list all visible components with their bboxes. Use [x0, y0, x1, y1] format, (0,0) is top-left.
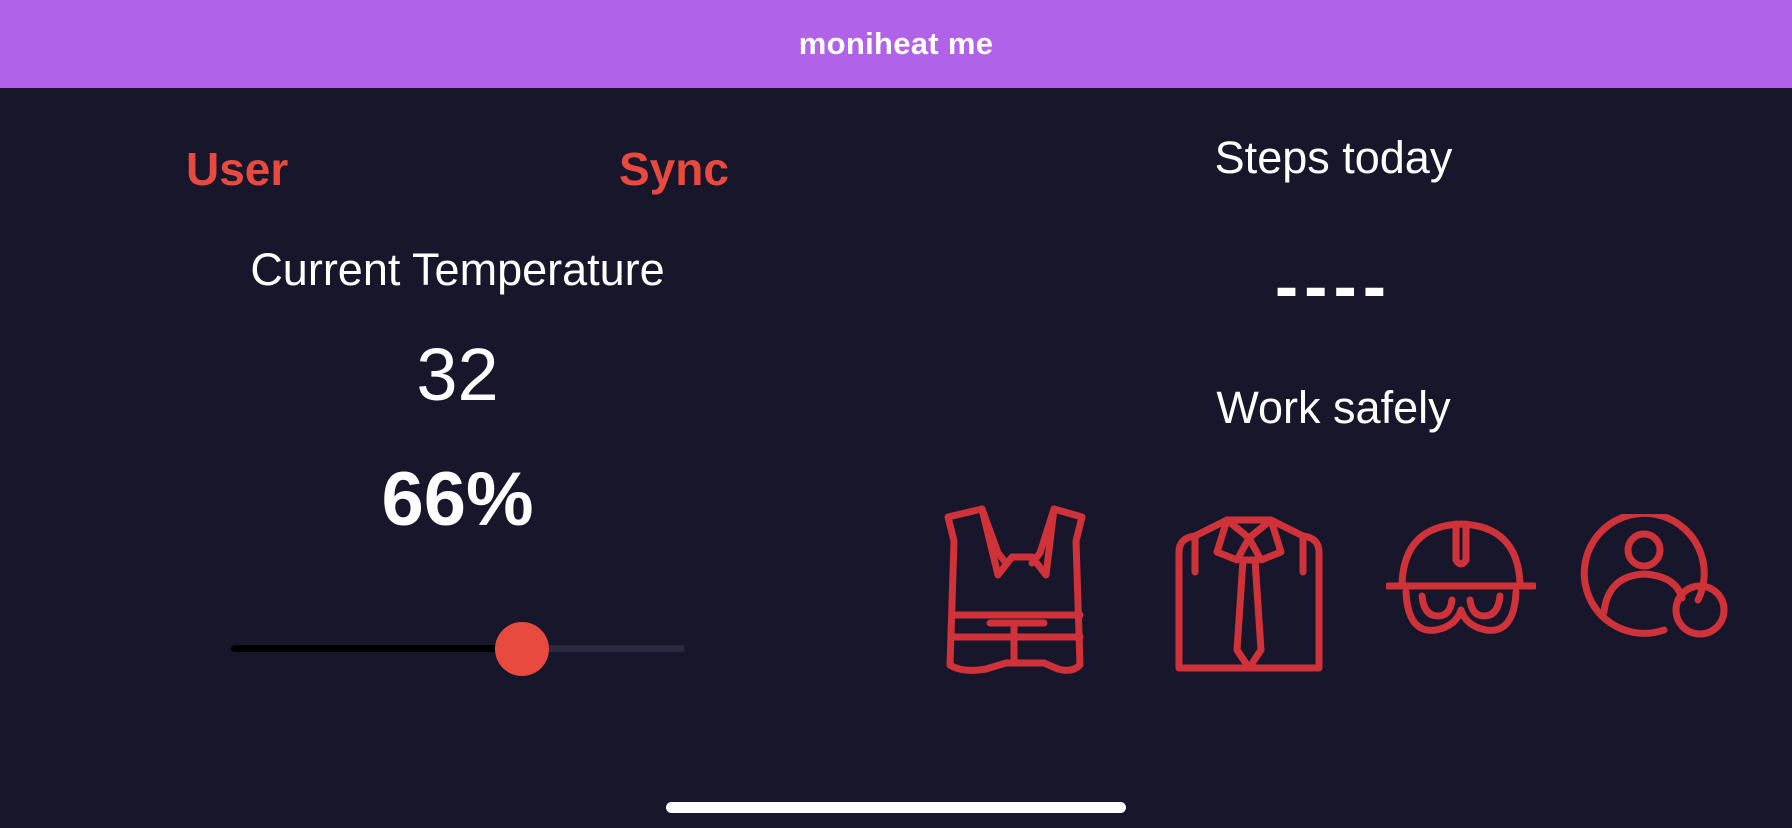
current-temperature-label: Current Temperature	[250, 244, 665, 295]
vest-icon[interactable]	[940, 505, 1090, 677]
user-circle-icon[interactable]	[1580, 514, 1730, 638]
slider-fill	[231, 645, 522, 652]
nav-title: moniheat me	[798, 26, 994, 61]
sync-button[interactable]: Sync	[619, 142, 729, 196]
level-slider[interactable]	[231, 622, 685, 676]
navigation-bar: moniheat me	[0, 0, 1792, 88]
shirt-icon[interactable]	[1173, 512, 1325, 678]
slider-thumb[interactable]	[494, 622, 549, 676]
home-indicator[interactable]	[666, 802, 1126, 813]
humidity-value: 66%	[381, 457, 534, 542]
work-safely-label: Work safely	[1216, 382, 1451, 433]
helmet-icon[interactable]	[1386, 512, 1536, 642]
app-screen: moniheat me User Sync Current Temperatur…	[0, 0, 1792, 828]
steps-today-label: Steps today	[1214, 132, 1453, 183]
user-button[interactable]: User	[186, 142, 288, 196]
steps-today-value: ----	[1274, 247, 1393, 325]
current-temperature-value: 32	[416, 333, 499, 416]
